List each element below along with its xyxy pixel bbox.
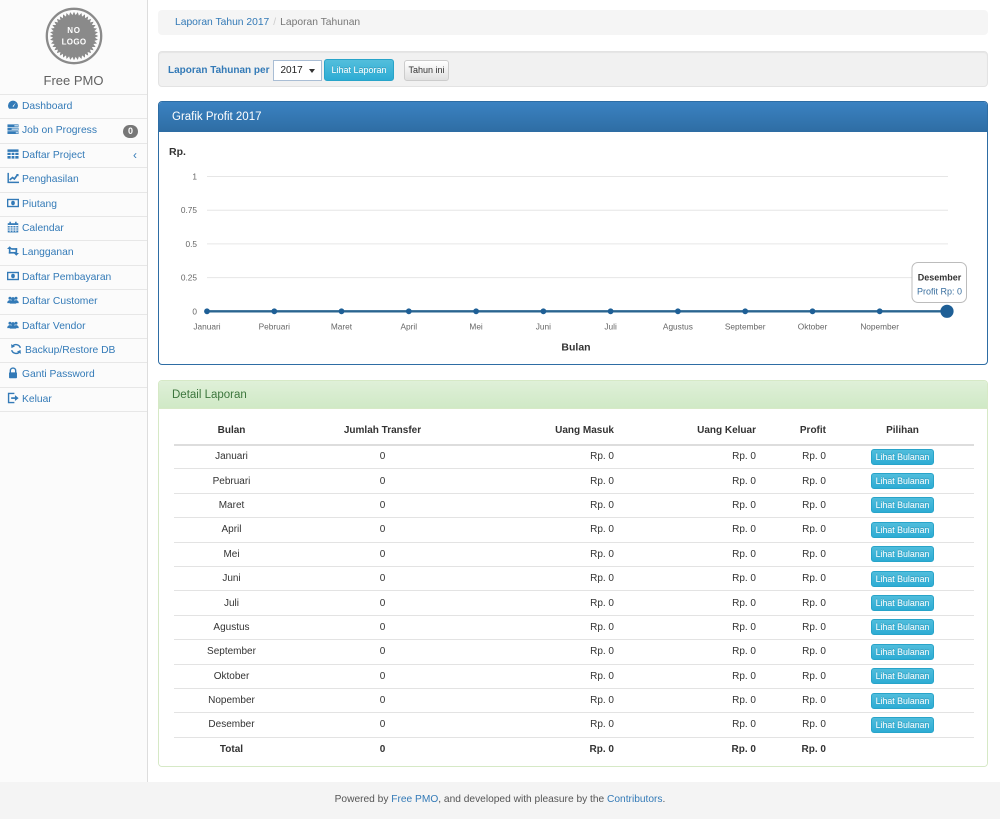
svg-text:Nopember: Nopember [860, 322, 899, 332]
svg-text:0: 0 [192, 306, 197, 316]
svg-text:Januari: Januari [193, 322, 220, 332]
svg-text:Oktober: Oktober [798, 322, 828, 332]
svg-text:1: 1 [192, 172, 197, 182]
svg-text:0.25: 0.25 [181, 273, 198, 283]
svg-text:Juli: Juli [604, 322, 617, 332]
svg-text:Desember: Desember [918, 273, 962, 283]
svg-text:Profit Rp: 0: Profit Rp: 0 [917, 287, 962, 297]
svg-text:NO: NO [67, 26, 81, 35]
svg-text:Juni: Juni [536, 322, 551, 332]
svg-text:September: September [725, 322, 766, 332]
svg-text:Mei: Mei [469, 322, 483, 332]
svg-text:April: April [400, 322, 417, 332]
svg-text:LOGO: LOGO [61, 38, 86, 47]
svg-text:Bulan: Bulan [561, 342, 590, 354]
svg-text:Pebruari: Pebruari [259, 322, 291, 332]
svg-text:Maret: Maret [331, 322, 353, 332]
svg-text:Agustus: Agustus [663, 322, 693, 332]
svg-text:0.75: 0.75 [181, 205, 198, 215]
svg-text:Rp.: Rp. [169, 146, 186, 158]
svg-text:0.5: 0.5 [185, 239, 197, 249]
